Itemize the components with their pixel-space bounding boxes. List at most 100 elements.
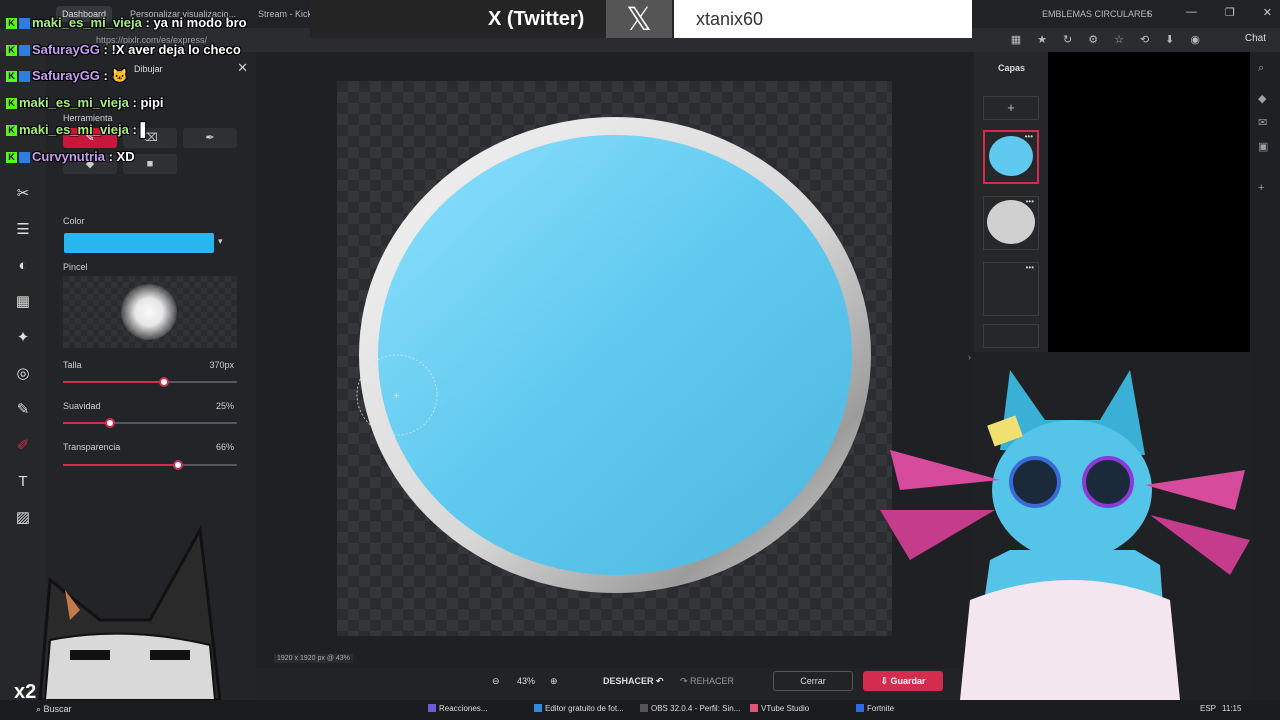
sub-badge-icon <box>19 45 30 57</box>
grid-icon[interactable]: ▦ <box>1011 33 1021 46</box>
text-icon[interactable]: T <box>13 472 33 492</box>
size-slider-handle[interactable] <box>158 377 169 387</box>
minimize-icon[interactable]: — <box>1186 6 1197 19</box>
chat-message: K SafurayGG : !X aver deja lo checo <box>6 42 241 57</box>
transparency-slider[interactable] <box>63 460 237 470</box>
kick-badge-icon: K <box>6 98 17 110</box>
vtuber-avatar-overlay <box>880 370 1250 700</box>
stream-overlay-area <box>1048 52 1250 352</box>
zoom-in-icon[interactable]: ⊕ <box>550 676 558 687</box>
size-slider-fill <box>63 381 164 383</box>
brush-preview[interactable] <box>63 276 237 348</box>
kick-badge-icon: K <box>6 45 17 57</box>
kick-badge-icon: K <box>6 18 17 30</box>
size-slider[interactable] <box>63 377 237 387</box>
close-window-icon[interactable]: ✕ <box>1263 6 1272 19</box>
add-icon[interactable]: + <box>1258 182 1264 194</box>
layer-menu-icon[interactable]: ••• <box>1026 197 1034 206</box>
bottom-action-bar: ⊖ 43% ⊕ DESHACER ↶ ↷ REHACER Cerrar ⇩ Gu… <box>256 668 974 700</box>
browser-extension-icons: ▦ ★ ↻ ⚙ ☆ ⟲ ⬇ ◉ <box>1011 33 1200 46</box>
chat-text: XD <box>116 149 135 164</box>
x-logo-icon: 𝕏 <box>606 0 672 38</box>
zoom-level: 43% <box>517 676 536 686</box>
filter-icon[interactable]: ◐ <box>13 256 33 276</box>
color-label: Color <box>63 216 85 226</box>
taskbar-app-vtube[interactable]: VTube Studio <box>750 704 809 713</box>
history-icon[interactable]: ⟲ <box>1140 33 1149 46</box>
draw-icon[interactable]: ✐ <box>13 436 33 456</box>
close-button[interactable]: Cerrar <box>773 671 853 691</box>
retouch-icon[interactable]: ✦ <box>13 328 33 348</box>
taskbar-app-obs[interactable]: OBS 32.0.4 - Perfil: Sin... <box>640 704 740 713</box>
extension-icon[interactable]: ⚙ <box>1088 33 1098 46</box>
copilot-icon[interactable]: ◆ <box>1258 92 1266 105</box>
new-tab-icon[interactable]: + <box>1140 6 1157 22</box>
taskbar-app-fortnite[interactable]: Fortnite <box>856 704 894 713</box>
favorites-icon[interactable]: ☆ <box>1114 33 1124 46</box>
taskbar-clock[interactable]: 11:15 <box>1222 704 1241 713</box>
chevron-down-icon[interactable]: ▾ <box>218 236 223 247</box>
chat-message: Kmaki_es_mi_vieja : ya ni modo bro <box>6 15 247 30</box>
search-icon: ⌕ <box>36 704 44 714</box>
chat-text: ya ni modo bro <box>153 15 247 30</box>
add-layer-button[interactable]: + <box>983 96 1039 120</box>
chat-username: maki_es_mi_vieja <box>19 95 129 110</box>
liquify-icon[interactable]: ◎ <box>13 364 33 384</box>
transparency-slider-handle[interactable] <box>172 460 183 470</box>
zoom-out-icon[interactable]: ⊖ <box>492 676 500 687</box>
taskbar-language[interactable]: ESP <box>1200 704 1216 713</box>
profile-icon[interactable]: ◉ <box>1190 33 1200 46</box>
layer-thumbnail-background[interactable] <box>983 324 1039 348</box>
layer-thumbnail-silver[interactable]: ••• <box>983 196 1039 250</box>
refresh-icon[interactable]: ↻ <box>1063 33 1072 46</box>
adjust-icon[interactable]: ☰ <box>13 220 33 240</box>
sub-badge-icon <box>19 71 30 83</box>
undo-button[interactable]: DESHACER ↶ <box>603 676 664 687</box>
cut-icon[interactable]: ✂ <box>13 184 33 204</box>
image-canvas[interactable]: + <box>337 81 892 636</box>
download-icon[interactable]: ⬇ <box>1165 33 1174 46</box>
browser-side-panel: ⌕ ◆ ✉ ▣ + <box>1250 52 1280 700</box>
maximize-icon[interactable]: ❐ <box>1225 6 1235 19</box>
layers-title: Capas <box>998 63 1026 73</box>
layer-menu-icon[interactable]: ••• <box>1026 263 1034 272</box>
heal-icon[interactable]: ✎ <box>13 400 33 420</box>
office-icon[interactable]: ▣ <box>1258 140 1268 153</box>
color-swatch[interactable] <box>64 233 214 253</box>
x-twitter-banner: X (Twitter) 𝕏 xtanix60 <box>310 0 972 38</box>
search-icon[interactable]: ⌕ <box>1258 62 1264 75</box>
sub-badge-icon <box>19 152 30 164</box>
crosshair-icon: + <box>394 391 399 401</box>
transparency-label: Transparencia <box>63 442 121 452</box>
taskbar-app-editor[interactable]: Editor gratuito de fot... <box>534 704 624 713</box>
layer-thumbnail-empty[interactable]: ••• <box>983 262 1039 316</box>
smoothness-slider-handle[interactable] <box>104 418 115 428</box>
star-icon[interactable]: ★ <box>1037 33 1047 46</box>
layer-menu-icon[interactable]: ••• <box>1025 132 1033 141</box>
close-icon[interactable]: ✕ <box>237 60 248 76</box>
chat-username: maki_es_mi_vieja <box>32 15 142 30</box>
panel-title: Dibujar <box>134 64 163 74</box>
browser-tab-stream[interactable]: Stream - Kick <box>252 6 318 22</box>
layer-thumbnail-blue[interactable]: ••• <box>983 130 1039 184</box>
undo-label: DESHACER <box>603 676 654 686</box>
taskbar-search[interactable]: ⌕ Buscar <box>36 704 72 715</box>
sub-badge-icon <box>19 18 30 30</box>
chat-username: maki_es_mi_vieja <box>19 122 129 137</box>
canvas-workspace: + 1920 x 1920 px @ 43% › <box>256 52 974 668</box>
chat-message: Kmaki_es_mi_vieja : pipi <box>6 95 164 110</box>
smoothness-slider[interactable] <box>63 418 237 428</box>
effects-icon[interactable]: ▦ <box>13 292 33 312</box>
pen-tool-button[interactable]: ✒ <box>183 128 237 148</box>
layers-panel: Capas + ••• ••• ••• <box>974 52 1048 352</box>
chat-text: !X aver deja lo checo <box>111 42 241 57</box>
transparency-value: 66% <box>215 442 234 452</box>
chat-username: Curvynutria <box>32 149 105 164</box>
copilot-chat-button[interactable]: Chat <box>1245 33 1266 44</box>
size-label: Talla <box>63 360 82 370</box>
kick-badge-icon: K <box>6 71 17 83</box>
redo-button[interactable]: ↷ REHACER <box>680 676 734 687</box>
chat-text: pipi <box>140 95 164 110</box>
outlook-icon[interactable]: ✉ <box>1258 116 1267 129</box>
taskbar-app-reacciones[interactable]: Reacciones... <box>428 704 487 713</box>
